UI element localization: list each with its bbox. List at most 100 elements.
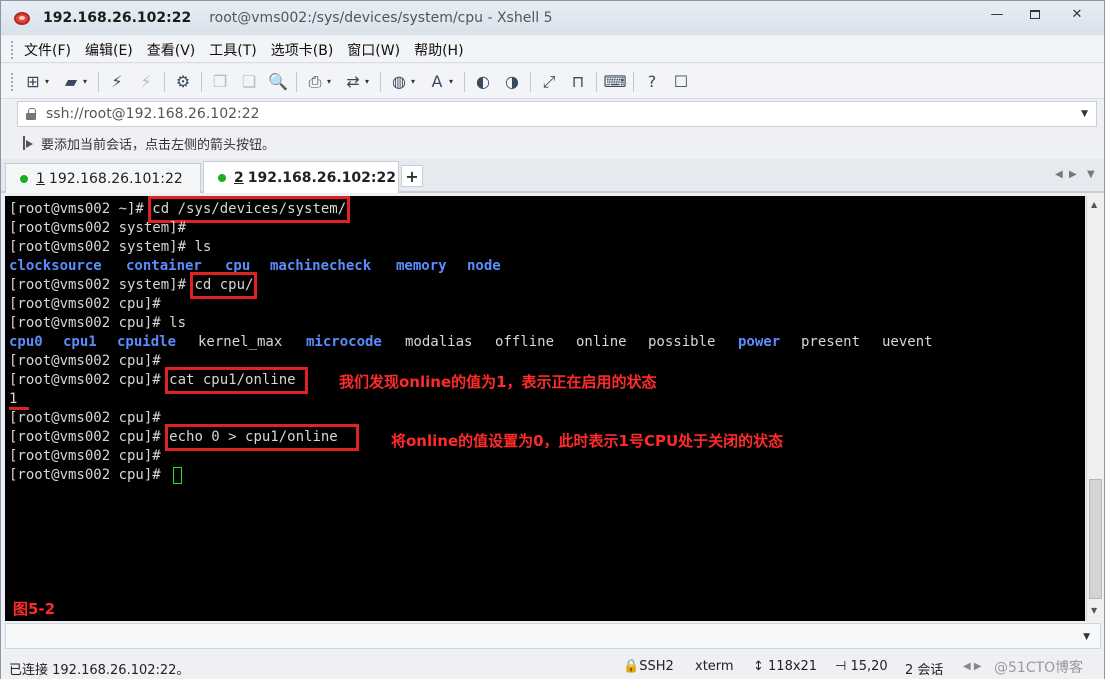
- command-text: ls: [194, 239, 212, 255]
- new-session-icon[interactable]: ⊞: [22, 71, 44, 93]
- tab-label: 192.168.26.102:22: [247, 169, 396, 186]
- fullscreen-icon[interactable]: ⤢: [538, 71, 560, 93]
- status-bar: 已连接 192.168.26.102:22。 🔒SSH2 xterm ↕ 118…: [1, 653, 1104, 679]
- menu-window[interactable]: 窗口(W): [347, 40, 400, 60]
- highlighted-command: echo 0 > cpu1/online: [165, 424, 359, 451]
- paste-icon[interactable]: ❏: [238, 71, 260, 93]
- shell-prompt: [root@vms002 system]#: [9, 220, 195, 236]
- minimize-button[interactable]: —: [978, 1, 1016, 27]
- tab-session-2[interactable]: 2 192.168.26.102:22: [203, 161, 399, 193]
- terminal-prompt-line: [root@vms002 system]# cd cpu/: [9, 272, 258, 299]
- menu-tabs[interactable]: 选项卡(B): [271, 40, 334, 60]
- ls-dir-entry: cpu1: [63, 334, 97, 350]
- address-bar[interactable]: ssh://root@192.168.26.102:22 ▼: [17, 101, 1097, 127]
- terminal-prompt-line: [root@vms002 cpu]#: [9, 352, 169, 371]
- menu-file[interactable]: 文件(F): [24, 40, 71, 60]
- title-bar: 192.168.26.102:22 root@vms002:/sys/devic…: [1, 1, 1104, 35]
- add-session-arrow-icon[interactable]: [23, 136, 35, 150]
- maximize-icon: [1030, 9, 1040, 19]
- terminal-cursor: [173, 466, 183, 484]
- copy-icon[interactable]: ❐: [209, 71, 231, 93]
- shell-prompt: [root@vms002 cpu]#: [9, 296, 170, 312]
- compose-bar[interactable]: ▼: [5, 623, 1101, 649]
- address-dropdown-icon[interactable]: ▼: [1081, 109, 1088, 119]
- terminal-prompt-line: [root@vms002 cpu]#: [9, 466, 183, 485]
- session-nav-icon[interactable]: ◀ ▶: [963, 661, 982, 672]
- scroll-down-icon[interactable]: ▼: [1091, 606, 1097, 615]
- help-icon[interactable]: ?: [641, 71, 663, 93]
- script-icon[interactable]: ◑: [501, 71, 523, 93]
- tab-session-1[interactable]: 1 192.168.26.101:22: [5, 163, 201, 193]
- status-size: ↕ 118x21: [753, 659, 818, 674]
- lock-screen-icon[interactable]: ⊓: [567, 71, 589, 93]
- terminal-prompt-line: [root@vms002 system]# ls: [9, 238, 211, 257]
- menu-view[interactable]: 查看(V): [147, 40, 196, 60]
- status-connected: 已连接 192.168.26.102:22。: [9, 663, 190, 678]
- tab-scroll-right-icon[interactable]: ▶: [1069, 169, 1077, 180]
- scroll-up-icon[interactable]: ▲: [1091, 200, 1097, 209]
- tab-list-icon[interactable]: ▼: [1087, 169, 1095, 180]
- menu-edit[interactable]: 编辑(E): [85, 40, 133, 60]
- dropdown-arrow-icon[interactable]: ▾: [449, 77, 457, 86]
- connect-icon[interactable]: ⚡: [106, 71, 128, 93]
- address-text: ssh://root@192.168.26.102:22: [46, 106, 260, 122]
- globe-icon[interactable]: ◍: [388, 71, 410, 93]
- menu-tools[interactable]: 工具(T): [209, 40, 256, 60]
- dropdown-arrow-icon[interactable]: ▾: [327, 77, 335, 86]
- shell-prompt: [root@vms002 system]#: [9, 239, 195, 255]
- keyboard-icon[interactable]: ⌨: [603, 71, 626, 93]
- status-sessions: 2 会话: [905, 663, 944, 678]
- font-icon[interactable]: A: [426, 71, 448, 93]
- annotation-set-offline: 将online的值设置为0，此时表示1号CPU处于关闭的状态: [391, 432, 784, 450]
- toolbar-separator: [530, 71, 531, 92]
- transfer-icon[interactable]: ⇄: [342, 71, 364, 93]
- toolbar-separator: [596, 71, 597, 92]
- compose-dropdown-icon[interactable]: ▼: [1083, 632, 1090, 642]
- ls-dir-entry: cpu: [225, 258, 251, 274]
- highlighted-command: cat cpu1/online: [165, 367, 309, 394]
- connected-dot-icon: [218, 173, 226, 182]
- dropdown-arrow-icon[interactable]: ▾: [45, 77, 53, 86]
- tab-number: 1: [36, 170, 45, 187]
- terminal-area[interactable]: 我们发现online的值为1，表示正在启用的状态 将online的值设置为0，此…: [5, 196, 1085, 621]
- terminal-prompt-line: [root@vms002 cpu]# cat cpu1/online: [9, 367, 309, 394]
- ls-dir-entry: machinecheck: [270, 258, 372, 274]
- dropdown-arrow-icon[interactable]: ▾: [411, 77, 419, 86]
- lock-icon: [26, 108, 36, 120]
- connected-dot-icon: [20, 174, 28, 183]
- open-folder-icon[interactable]: ▰: [60, 71, 82, 93]
- terminal-prompt-line: [root@vms002 ~]# cd /sys/devices/system/: [9, 196, 351, 223]
- close-button[interactable]: ✕: [1054, 1, 1100, 27]
- xftp-icon[interactable]: ◐: [472, 71, 494, 93]
- ls-dir-entry: cpuidle: [117, 334, 177, 350]
- ls-dir-entry: clocksource: [9, 258, 102, 274]
- figure-label: 图5-2: [13, 600, 56, 618]
- ls-dir-entry: microcode: [306, 334, 382, 350]
- ls-dir-entry: node: [467, 258, 501, 274]
- shell-prompt: [root@vms002 cpu]#: [9, 353, 170, 369]
- ls-file-entry: possible: [648, 334, 716, 350]
- print-icon[interactable]: ⎙: [304, 71, 326, 93]
- find-icon[interactable]: 🔍: [267, 71, 289, 93]
- dropdown-arrow-icon[interactable]: ▾: [83, 77, 91, 86]
- toolbar: ⊞ ▾ ▰ ▾ ⚡ ⚡ ⚙ ❐ ❏ 🔍 ⎙ ▾ ⇄ ▾ ◍ ▾ A ▾ ◐ ◑ ⤢ ⊓ ⌨? ☐: [1, 65, 1104, 99]
- properties-icon[interactable]: ⚙: [172, 71, 194, 93]
- maximize-button[interactable]: [1016, 1, 1054, 27]
- dropdown-arrow-icon[interactable]: ▾: [365, 77, 373, 86]
- terminal-prompt-line: [root@vms002 cpu]#: [9, 295, 169, 314]
- toolbar-separator: [296, 71, 297, 92]
- annotation-online-value: 我们发现online的值为1，表示正在启用的状态: [339, 373, 657, 391]
- terminal-scrollbar[interactable]: ▲ ▼: [1086, 196, 1104, 621]
- ls-file-entry: uevent: [882, 334, 933, 350]
- tab-scroll-left-icon[interactable]: ◀: [1055, 169, 1063, 180]
- ls-file-entry: online: [576, 334, 627, 350]
- highlighted-command: cd /sys/devices/system/: [148, 196, 351, 223]
- shell-prompt: [root@vms002 ~]#: [9, 201, 153, 217]
- disconnect-icon[interactable]: ⚡: [135, 71, 157, 93]
- xshell-window: 192.168.26.102:22 root@vms002:/sys/devic…: [0, 0, 1105, 679]
- scroll-thumb[interactable]: [1089, 479, 1102, 599]
- new-tab-button[interactable]: +: [401, 165, 423, 187]
- ls-file-entry: offline: [495, 334, 555, 350]
- chat-icon[interactable]: ☐: [670, 71, 692, 93]
- menu-help[interactable]: 帮助(H): [414, 40, 463, 60]
